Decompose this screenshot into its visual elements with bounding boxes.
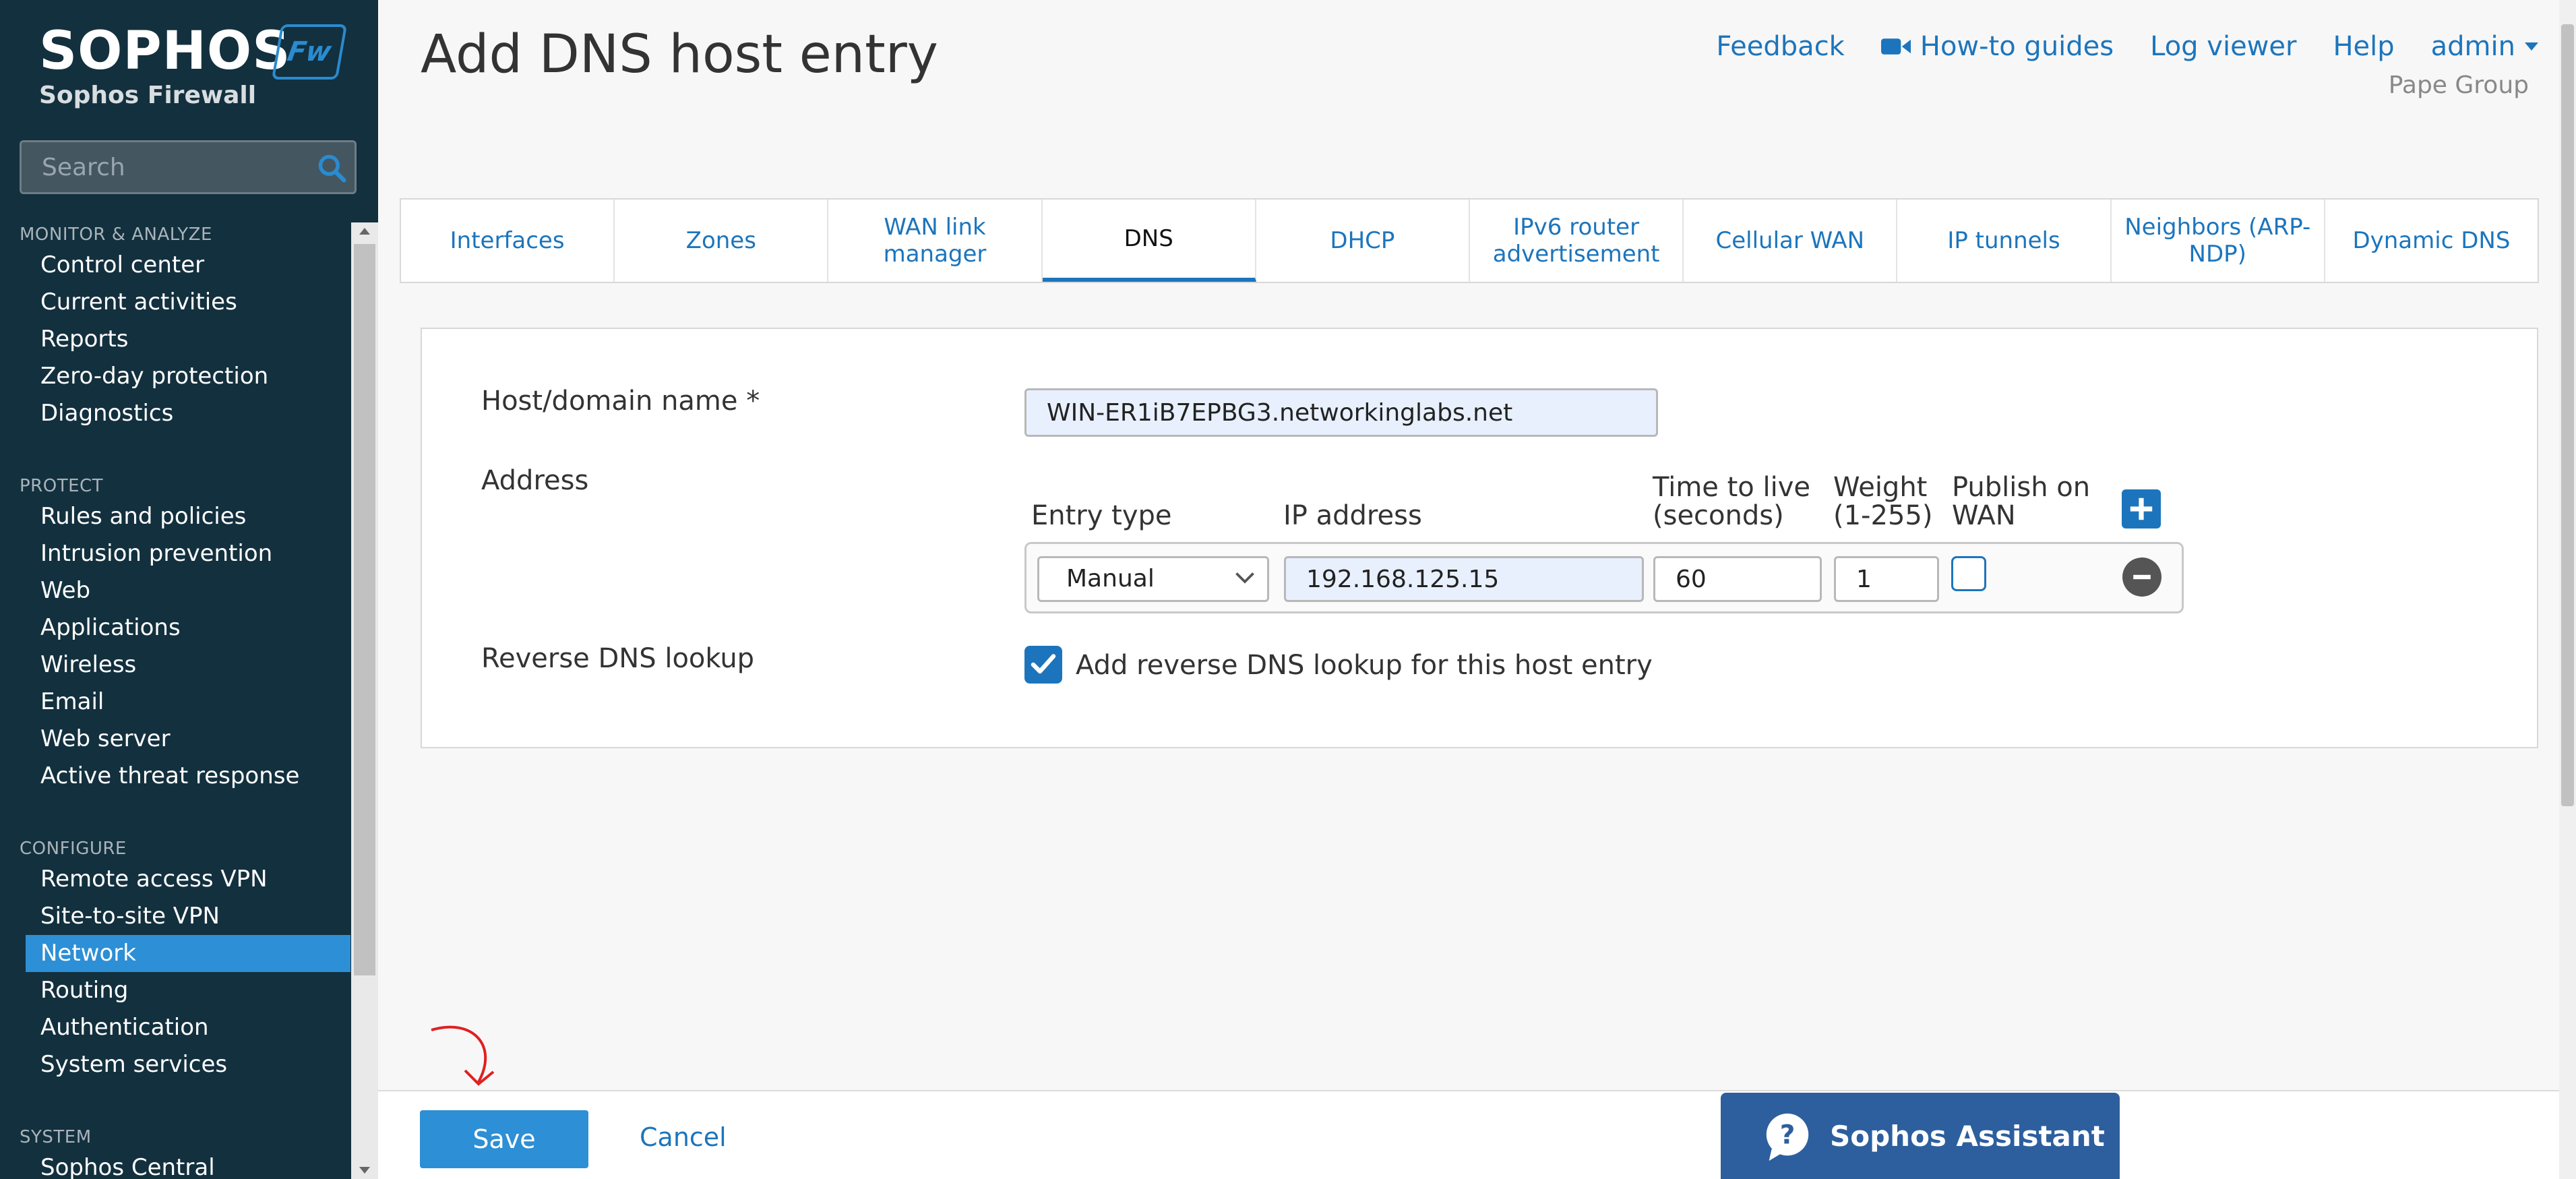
tab-ip-tunnels[interactable]: IP tunnels (1897, 200, 2112, 282)
sidebar-item-authentication[interactable]: Authentication (0, 1009, 350, 1046)
form-footer: Save Cancel (378, 1090, 2559, 1179)
tab-dhcp[interactable]: DHCP (1256, 200, 1471, 282)
scroll-up-icon[interactable] (359, 228, 370, 235)
sidebar-item-applications[interactable]: Applications (0, 609, 350, 646)
entry-type-header: Entry type (1031, 500, 1172, 531)
help-link[interactable]: Help (2333, 31, 2394, 62)
product-name: Sophos Firewall (39, 82, 257, 109)
sidebar-item-web-server[interactable]: Web server (0, 721, 350, 758)
badge-text: Fw (284, 36, 334, 67)
ip-address-header: IP address (1283, 500, 1422, 531)
reverse-dns-label: Reverse DNS lookup (481, 643, 755, 674)
search-box (20, 140, 357, 194)
save-button[interactable]: Save (420, 1110, 588, 1168)
tab-dynamic-dns[interactable]: Dynamic DNS (2325, 200, 2538, 282)
admin-menu[interactable]: admin (2431, 31, 2538, 62)
search-icon[interactable] (317, 153, 346, 183)
tab-neighbors[interactable]: Neighbors (ARP-NDP) (2112, 200, 2325, 282)
plus-icon (2130, 497, 2153, 520)
log-viewer-link[interactable]: Log viewer (2150, 31, 2296, 62)
ttl-header: Time to live (seconds) (1653, 472, 1810, 531)
sidebar-item-system-services[interactable]: System services (0, 1046, 350, 1083)
video-camera-icon (1880, 38, 1911, 55)
publish-header: Publish on WAN (1952, 472, 2091, 531)
section-monitor-analyze: MONITOR & ANALYZE (20, 224, 212, 245)
sophos-logo[interactable]: SOPHOS Sophos Firewall (39, 24, 290, 111)
cancel-button[interactable]: Cancel (640, 1122, 727, 1152)
tab-dns[interactable]: DNS (1042, 200, 1256, 282)
sidebar-item-network[interactable]: Network (26, 935, 350, 972)
page-title: Add DNS host entry (421, 24, 938, 85)
organization-name: Pape Group (2388, 71, 2529, 99)
section-configure: CONFIGURE (20, 839, 127, 859)
weight-header: Weight (1-255) (1833, 472, 1933, 531)
sidebar-item-current-activities[interactable]: Current activities (0, 284, 350, 321)
checkmark-icon (1031, 654, 1056, 674)
sidebar-scrollbar[interactable] (351, 222, 378, 1179)
sidebar-item-remote-access-vpn[interactable]: Remote access VPN (0, 861, 350, 898)
dns-host-form: Host/domain name * Address Entry type IP… (421, 328, 2538, 748)
logo-text: SOPHOS (39, 21, 291, 82)
sidebar-item-intrusion-prevention[interactable]: Intrusion prevention (0, 535, 350, 572)
main-scrollbar[interactable] (2559, 0, 2576, 1179)
network-tabs: Interfaces Zones WAN link manager DNS DH… (400, 198, 2539, 283)
sophos-assistant-button[interactable]: ? Sophos Assistant (1721, 1093, 2120, 1179)
tab-ipv6-router-advertisement[interactable]: IPv6 router advertisement (1470, 200, 1684, 282)
howto-guides-link[interactable]: How-to guides (1880, 31, 2114, 62)
reverse-dns-text: Add reverse DNS lookup for this host ent… (1076, 650, 1653, 681)
tab-wan-link-manager[interactable]: WAN link manager (828, 200, 1043, 282)
svg-text:?: ? (1780, 1120, 1796, 1151)
sidebar-nav: MONITOR & ANALYZE Control center Current… (0, 222, 350, 1179)
ttl-input[interactable] (1653, 556, 1822, 602)
section-protect: PROTECT (20, 476, 104, 496)
entry-type-select[interactable]: Manual (1037, 556, 1269, 602)
sidebar-scroll-thumb[interactable] (354, 244, 375, 975)
sidebar-item-email[interactable]: Email (0, 684, 350, 721)
tab-zones[interactable]: Zones (615, 200, 829, 282)
address-entry-row: Manual (1024, 542, 2184, 613)
tab-interfaces[interactable]: Interfaces (401, 200, 615, 282)
annotation-arrow-icon (431, 1025, 495, 1086)
add-row-button[interactable] (2122, 489, 2161, 528)
minus-icon (2133, 574, 2151, 580)
chevron-down-icon (1235, 572, 1254, 584)
sidebar-item-routing[interactable]: Routing (0, 972, 350, 1009)
feedback-link[interactable]: Feedback (1716, 31, 1845, 62)
sidebar-item-reports[interactable]: Reports (0, 321, 350, 358)
publish-on-wan-checkbox[interactable] (1951, 556, 1986, 591)
entry-type-value: Manual (1066, 565, 1155, 593)
reverse-dns-checkbox[interactable] (1024, 646, 1062, 684)
sidebar-item-zero-day-protection[interactable]: Zero-day protection (0, 358, 350, 395)
sidebar-item-active-threat-response[interactable]: Active threat response (0, 758, 350, 795)
host-domain-input[interactable] (1024, 388, 1658, 437)
sidebar-item-wireless[interactable]: Wireless (0, 646, 350, 684)
section-system: SYSTEM (20, 1127, 92, 1147)
sidebar-item-site-to-site-vpn[interactable]: Site-to-site VPN (0, 898, 350, 935)
host-domain-label: Host/domain name * (481, 386, 760, 417)
chat-help-icon: ? (1766, 1113, 1809, 1161)
weight-input[interactable] (1834, 556, 1939, 602)
howto-guides-label: How-to guides (1920, 31, 2114, 62)
firewall-badge-icon: Fw (271, 24, 348, 80)
ip-address-input[interactable] (1284, 556, 1644, 602)
sidebar-item-web[interactable]: Web (0, 572, 350, 609)
remove-row-button[interactable] (2122, 557, 2161, 597)
assistant-label: Sophos Assistant (1830, 1119, 2105, 1153)
main-scroll-thumb[interactable] (2561, 24, 2574, 806)
sidebar-item-sophos-central[interactable]: Sophos Central (0, 1149, 350, 1179)
sidebar-item-diagnostics[interactable]: Diagnostics (0, 395, 350, 432)
address-label: Address (481, 465, 589, 496)
caret-down-icon (2525, 42, 2538, 51)
header-links: Feedback How-to guides Log viewer Help a… (1716, 31, 2538, 62)
admin-label: admin (2430, 31, 2515, 62)
search-input[interactable] (42, 142, 311, 192)
sidebar-item-rules-and-policies[interactable]: Rules and policies (0, 498, 350, 535)
sidebar-item-control-center[interactable]: Control center (0, 247, 350, 284)
tab-cellular-wan[interactable]: Cellular WAN (1684, 200, 1898, 282)
sidebar: SOPHOS Sophos Firewall Fw MONITOR & ANAL… (0, 0, 378, 1179)
scroll-down-icon[interactable] (359, 1167, 370, 1174)
